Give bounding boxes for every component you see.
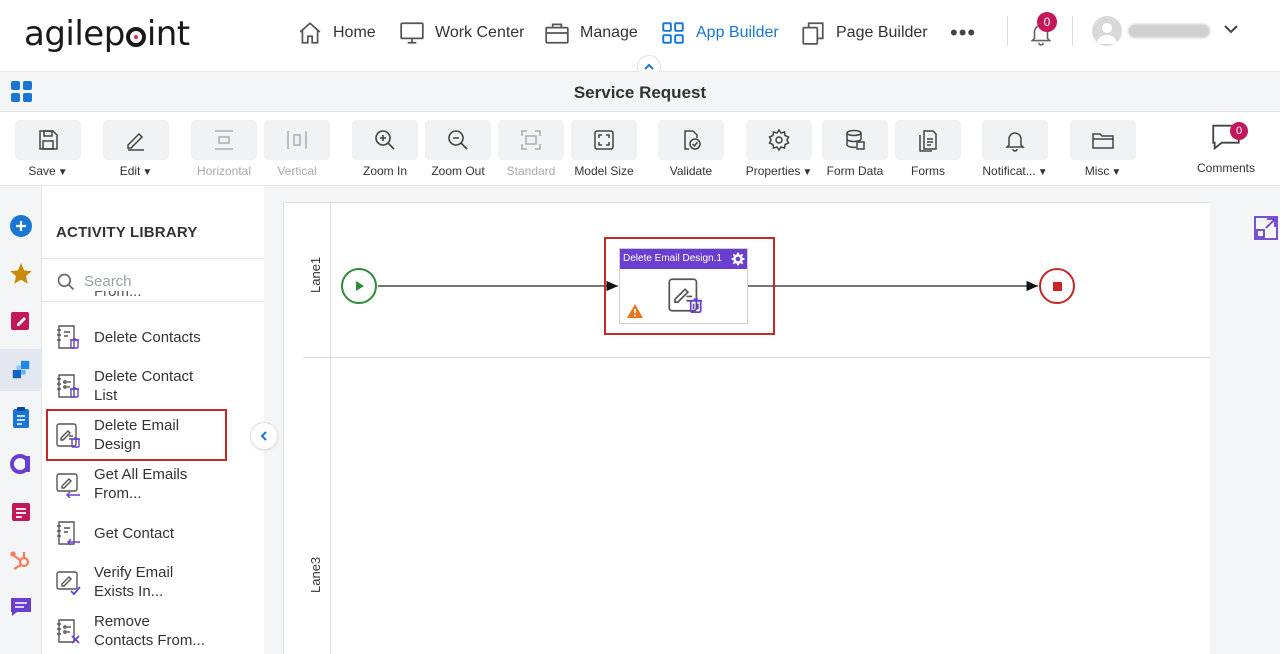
start-event[interactable] [341,268,377,304]
end-event[interactable] [1039,268,1075,304]
stop-icon [1052,281,1062,291]
activity-highlight [604,237,775,335]
play-icon [356,281,364,291]
